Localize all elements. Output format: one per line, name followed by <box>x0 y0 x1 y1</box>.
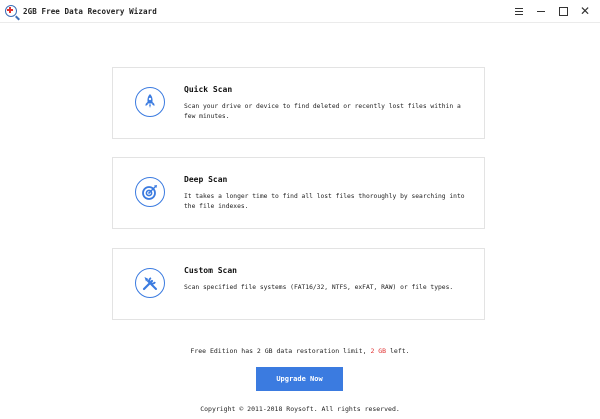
close-button[interactable]: ✕ <box>574 0 596 22</box>
quick-scan-title: Quick Scan <box>184 85 233 94</box>
deep-scan-description: It takes a longer time to find all lost … <box>184 193 465 210</box>
maximize-icon <box>558 6 568 16</box>
window-title: 2GB Free Data Recovery Wizard <box>23 6 157 16</box>
custom-scan-title: Custom Scan <box>184 266 237 275</box>
minimize-icon <box>537 10 545 12</box>
restoration-limit-text: Free Edition has 2 GB data restoration l… <box>0 347 600 355</box>
menu-button[interactable] <box>508 0 530 22</box>
quick-scan-description: Scan your drive or device to find delete… <box>184 103 461 120</box>
deep-scan-card[interactable]: Deep Scan It takes a longer time to find… <box>112 157 485 229</box>
limit-prefix: Free Edition has 2 GB data restoration l… <box>190 347 367 355</box>
title-bar: 2GB Free Data Recovery Wizard ✕ <box>0 0 600 23</box>
rocket-icon <box>135 87 165 117</box>
target-icon <box>135 177 165 207</box>
deep-scan-title: Deep Scan <box>184 175 228 184</box>
window-controls: ✕ <box>508 0 596 22</box>
upgrade-now-button[interactable]: Upgrade Now <box>256 367 343 391</box>
maximize-button[interactable] <box>552 0 574 22</box>
limit-suffix: left. <box>390 347 410 355</box>
tools-icon <box>135 268 165 298</box>
menu-icon <box>515 6 523 17</box>
copyright-text: Copyright © 2011-2018 Roysoft. All right… <box>200 405 400 413</box>
custom-scan-description: Scan specified file systems (FAT16/32, N… <box>184 284 454 291</box>
custom-scan-card[interactable]: Custom Scan Scan specified file systems … <box>112 248 485 320</box>
limit-remaining: 2 GB <box>370 347 387 355</box>
quick-scan-card[interactable]: Quick Scan Scan your drive or device to … <box>112 67 485 139</box>
close-icon: ✕ <box>579 4 591 18</box>
minimize-button[interactable] <box>530 0 552 22</box>
app-logo-icon <box>5 5 20 21</box>
